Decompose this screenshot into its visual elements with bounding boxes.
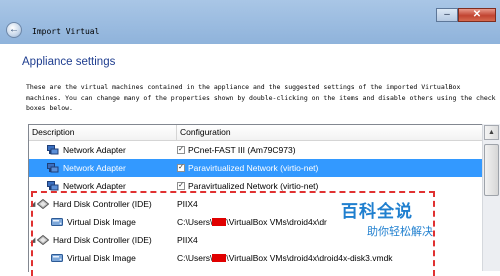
configuration-cell[interactable]: ✓ Paravirtualized Network (virtio-net) [177,159,500,177]
watermark-logo: 百科全说 [341,202,413,222]
page-description: These are the virtual machines contained… [26,83,496,112]
minimize-button[interactable]: – [436,8,458,22]
column-header-description[interactable]: Description [29,125,177,140]
scroll-up-icon[interactable]: ▲ [484,125,499,140]
row-description: Network Adapter [63,163,126,173]
window-title: Import Virtual [32,27,100,36]
table-row[interactable]: Network Adapter ✓ Paravirtualized Network … [29,159,500,177]
watermark-subtitle: 助你轻松解决 [367,225,433,238]
title-bar: ← Import Virtual – ✕ [0,0,500,44]
row-checkbox[interactable]: ✓ [177,182,185,190]
network-adapter-icon [47,163,59,173]
row-configuration: PCnet-FAST III (Am79C973) [188,145,296,155]
description-cell: Network Adapter [29,141,177,159]
window-controls: – ✕ [436,8,496,22]
configuration-cell[interactable]: ✓ PCnet-FAST III (Am79C973) [177,141,500,159]
network-adapter-icon [47,181,59,191]
column-header-configuration[interactable]: Configuration [177,125,231,140]
vertical-scrollbar[interactable]: ▲ [482,124,500,271]
row-checkbox[interactable]: ✓ [177,164,185,172]
row-description: Network Adapter [63,181,126,191]
row-description: Network Adapter [63,145,126,155]
back-arrow-icon[interactable]: ← [6,22,22,38]
row-configuration: Paravirtualized Network (virtio-net) [188,163,319,173]
network-adapter-icon [47,145,59,155]
close-button[interactable]: ✕ [458,8,496,22]
row-checkbox[interactable]: ✓ [177,146,185,154]
table-row[interactable]: Network Adapter ✓ PCnet-FAST III (Am79C973… [29,141,500,159]
scroll-thumb[interactable] [484,144,499,196]
page-title: Appliance settings [22,56,116,68]
description-cell: Network Adapter [29,159,177,177]
row-configuration: Paravirtualized Network (virtio-net) [188,181,319,191]
table-header: Description Configuration [29,125,500,141]
